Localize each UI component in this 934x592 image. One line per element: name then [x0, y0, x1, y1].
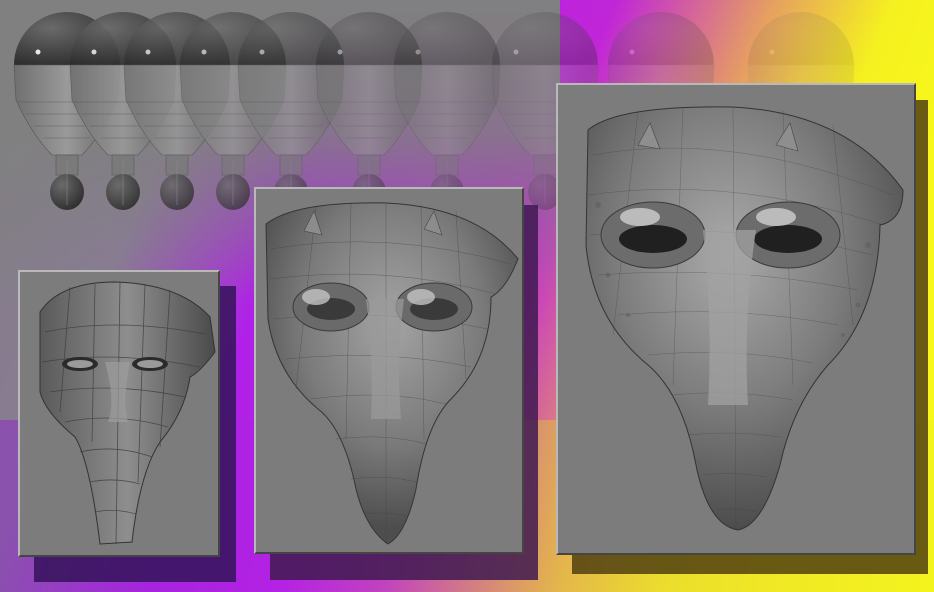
mid-detail-panel — [254, 187, 524, 554]
base-mesh-panel — [18, 270, 220, 557]
high-detail-mask — [585, 106, 904, 531]
morph-step-bulb — [392, 10, 502, 215]
mid-detail-mask — [265, 202, 519, 545]
high-detail-panel — [556, 83, 916, 555]
base-mesh-mask — [39, 281, 216, 545]
